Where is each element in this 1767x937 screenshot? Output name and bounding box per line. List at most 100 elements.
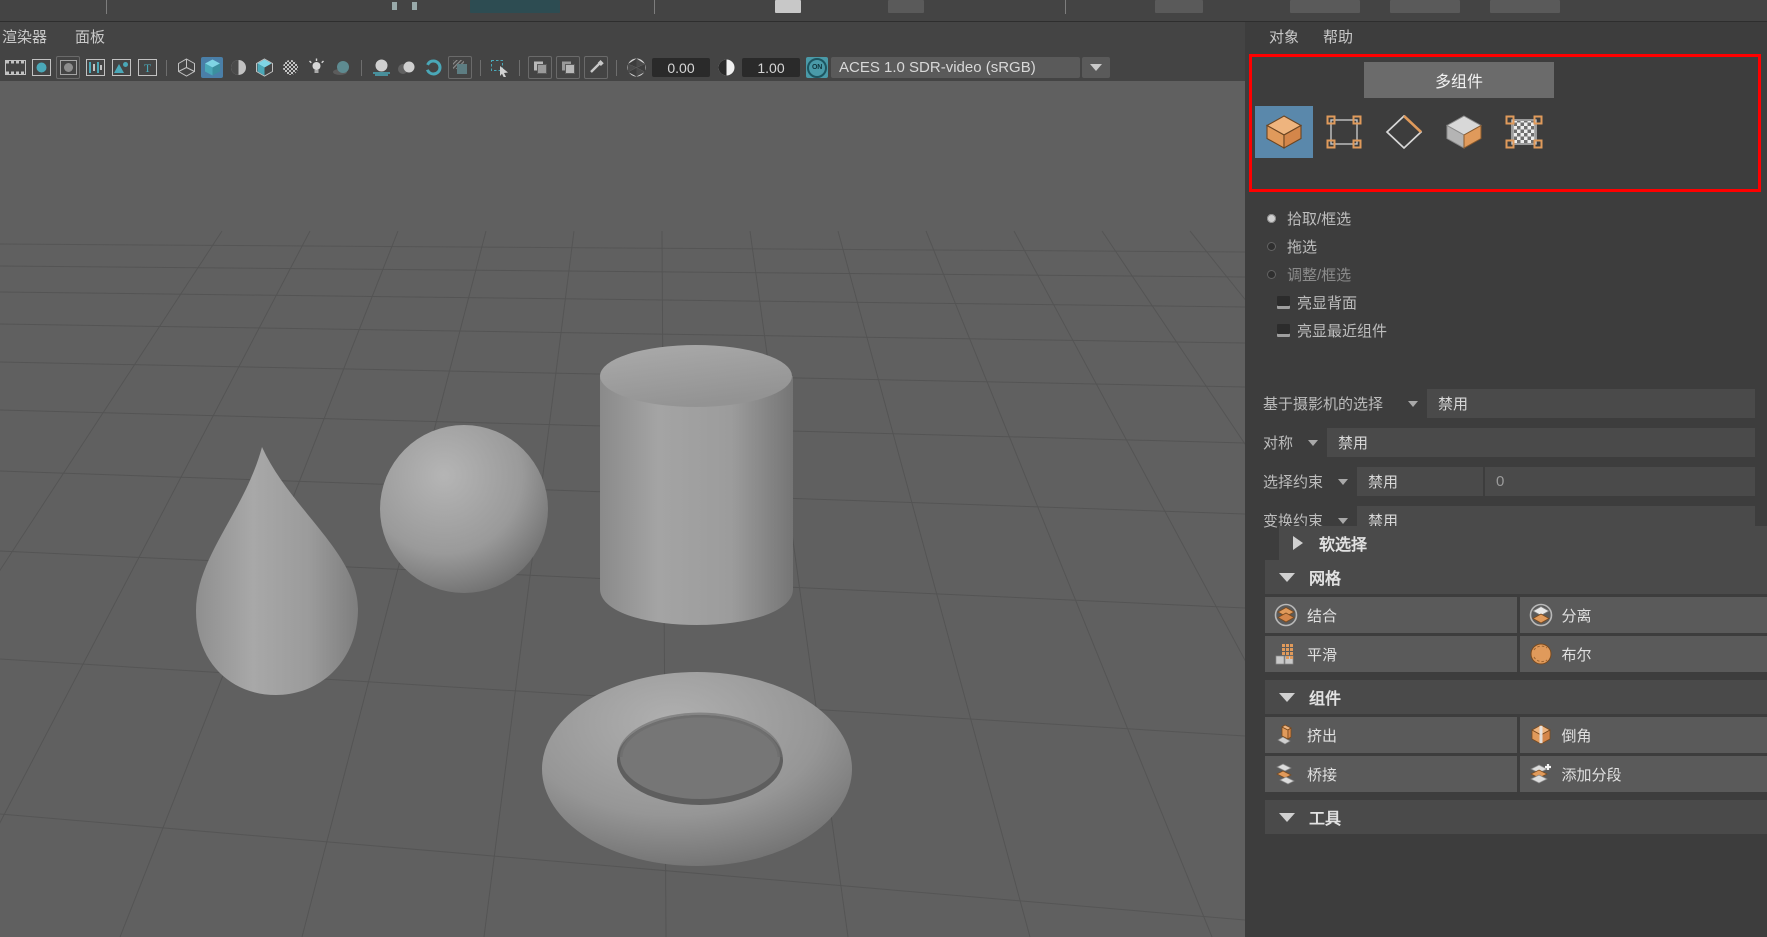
checkbox-highlight-nearest-component[interactable]: 亮显最近组件 (1257, 316, 1757, 344)
button-bevel[interactable]: 倒角 (1519, 717, 1767, 753)
button-extrude[interactable]: 挤出 (1265, 717, 1517, 753)
wireframe-icon[interactable] (175, 57, 197, 78)
button-bridge[interactable]: 桥接 (1265, 756, 1517, 792)
tab-multi-component[interactable]: 多组件 (1364, 62, 1554, 98)
radio-tweak-marquee[interactable]: 调整/框选 (1257, 260, 1757, 288)
button-boolean[interactable]: 布尔 (1519, 636, 1767, 672)
strip-chip (470, 0, 560, 13)
constraint-value-field[interactable]: 0 (1485, 467, 1755, 496)
row-value[interactable]: 禁用 (1427, 389, 1755, 418)
mesh-row-2: 平滑 布尔 (1265, 636, 1767, 672)
layer-front-icon[interactable] (528, 56, 552, 79)
3d-viewport[interactable] (0, 81, 1245, 937)
section-title: 组件 (1309, 691, 1342, 708)
ao-icon[interactable] (370, 57, 392, 78)
mode-edge[interactable] (1375, 106, 1433, 158)
chevron-down-icon[interactable] (1338, 478, 1348, 485)
orange-cube-icon (1265, 115, 1303, 149)
render-view-icon[interactable] (110, 57, 132, 78)
button-label: 挤出 (1307, 727, 1338, 745)
strip-chip (1390, 0, 1460, 13)
chevron-down-icon[interactable] (1408, 400, 1418, 407)
render-current-frame-icon[interactable] (30, 57, 52, 78)
checkbox-indicator (1277, 295, 1290, 309)
strip-tick (392, 2, 397, 10)
button-separate[interactable]: 分离 (1519, 597, 1767, 633)
mode-uv[interactable] (1495, 106, 1553, 158)
mode-vertex[interactable] (1315, 106, 1373, 158)
use-lights-icon[interactable] (305, 57, 327, 78)
color-management-toggle[interactable]: ON (806, 57, 828, 78)
strip-separator (1065, 0, 1066, 14)
section-mesh-header[interactable]: 网格 (1265, 560, 1767, 594)
boolean-icon (1528, 641, 1554, 667)
combine-icon (1273, 602, 1299, 628)
shaded-lighting-icon[interactable] (227, 57, 249, 78)
exposure-field[interactable]: 0.00 (652, 58, 710, 77)
radio-drag-select[interactable]: 拖选 (1257, 232, 1757, 260)
row-value[interactable]: 禁用 (1357, 467, 1483, 496)
row-selection-constraint: 选择约束 禁用 0 (1257, 462, 1767, 501)
chevron-right-icon (1293, 536, 1303, 550)
texture-checker-icon[interactable] (279, 57, 301, 78)
radio-indicator (1267, 241, 1276, 251)
section-soft-selection: 软选择 (1279, 526, 1767, 560)
menu-panel[interactable]: 面板 (61, 22, 119, 54)
toolbar-separator (480, 59, 481, 76)
menu-object[interactable]: 对象 (1257, 22, 1311, 54)
menu-renderer[interactable]: 渲染器 (0, 22, 61, 54)
soft-selection-label: 软选择 (1319, 537, 1368, 554)
row-label: 基于摄影机的选择 (1263, 396, 1384, 413)
smooth-shade-icon[interactable] (201, 57, 223, 78)
button-combine[interactable]: 结合 (1265, 597, 1517, 633)
motion-blur-icon[interactable] (396, 57, 418, 78)
section-title: 网格 (1309, 571, 1342, 588)
ipr-render-icon[interactable] (56, 56, 80, 79)
chevron-down-icon[interactable] (1338, 517, 1348, 524)
chevron-down-icon[interactable] (1308, 439, 1318, 446)
strip-chip (1155, 0, 1203, 13)
button-label: 平滑 (1307, 646, 1338, 664)
viewport-object-cylinder (600, 345, 793, 625)
button-label: 倒角 (1561, 727, 1592, 745)
toolbar-separator (519, 59, 520, 76)
radio-pick-marquee[interactable]: 拾取/框选 (1257, 204, 1757, 232)
color-profile-select[interactable]: ACES 1.0 SDR-video (sRGB) (831, 57, 1080, 78)
component-row-2: 桥接 添加分段 (1265, 756, 1767, 792)
text-tool-icon[interactable]: T (136, 57, 158, 78)
constraint-rows-group: 基于摄影机的选择 禁用 对称 禁用 选择约束 禁用 0 变换约束 禁用 (1257, 384, 1767, 540)
mode-face[interactable] (1435, 106, 1493, 158)
shadows-icon[interactable] (331, 57, 353, 78)
menu-help[interactable]: 帮助 (1311, 22, 1365, 54)
soft-selection-header[interactable]: 软选择 (1279, 526, 1767, 560)
eyedropper-icon[interactable] (584, 56, 608, 79)
row-symmetry: 对称 禁用 (1257, 423, 1767, 462)
button-smooth[interactable]: 平滑 (1265, 636, 1517, 672)
row-camera-based-selection: 基于摄影机的选择 禁用 (1257, 384, 1767, 423)
radio-label: 调整/框选 (1287, 266, 1352, 284)
component-mode-bar (1255, 104, 1555, 160)
film-strip-icon[interactable] (4, 57, 26, 78)
chevron-down-icon (1279, 572, 1295, 582)
add-divisions-icon (1528, 761, 1554, 787)
xray-mode-icon[interactable] (448, 56, 472, 79)
button-add-divisions[interactable]: 添加分段 (1519, 756, 1767, 792)
mode-object[interactable] (1255, 106, 1313, 158)
toolbar-separator (616, 59, 617, 76)
radio-label: 拾取/框选 (1287, 210, 1352, 228)
color-profile-dropdown-button[interactable] (1082, 57, 1110, 78)
depth-of-field-icon[interactable] (422, 57, 444, 78)
layer-back-icon[interactable] (556, 56, 580, 79)
gamma-field[interactable]: 1.00 (742, 58, 800, 77)
render-settings-icon[interactable] (84, 57, 106, 78)
radio-indicator (1267, 269, 1276, 279)
checkbox-highlight-backfaces[interactable]: 亮显背面 (1257, 288, 1757, 316)
section-tools-header[interactable]: 工具 (1265, 800, 1767, 834)
separate-icon (1528, 602, 1554, 628)
shaded-textured-icon[interactable] (253, 57, 275, 78)
section-tools: 工具 (1265, 800, 1767, 837)
section-component-header[interactable]: 组件 (1265, 680, 1767, 714)
row-value[interactable]: 禁用 (1327, 428, 1755, 457)
isolate-select-icon[interactable] (489, 57, 511, 78)
face-cube-icon (1445, 115, 1483, 149)
